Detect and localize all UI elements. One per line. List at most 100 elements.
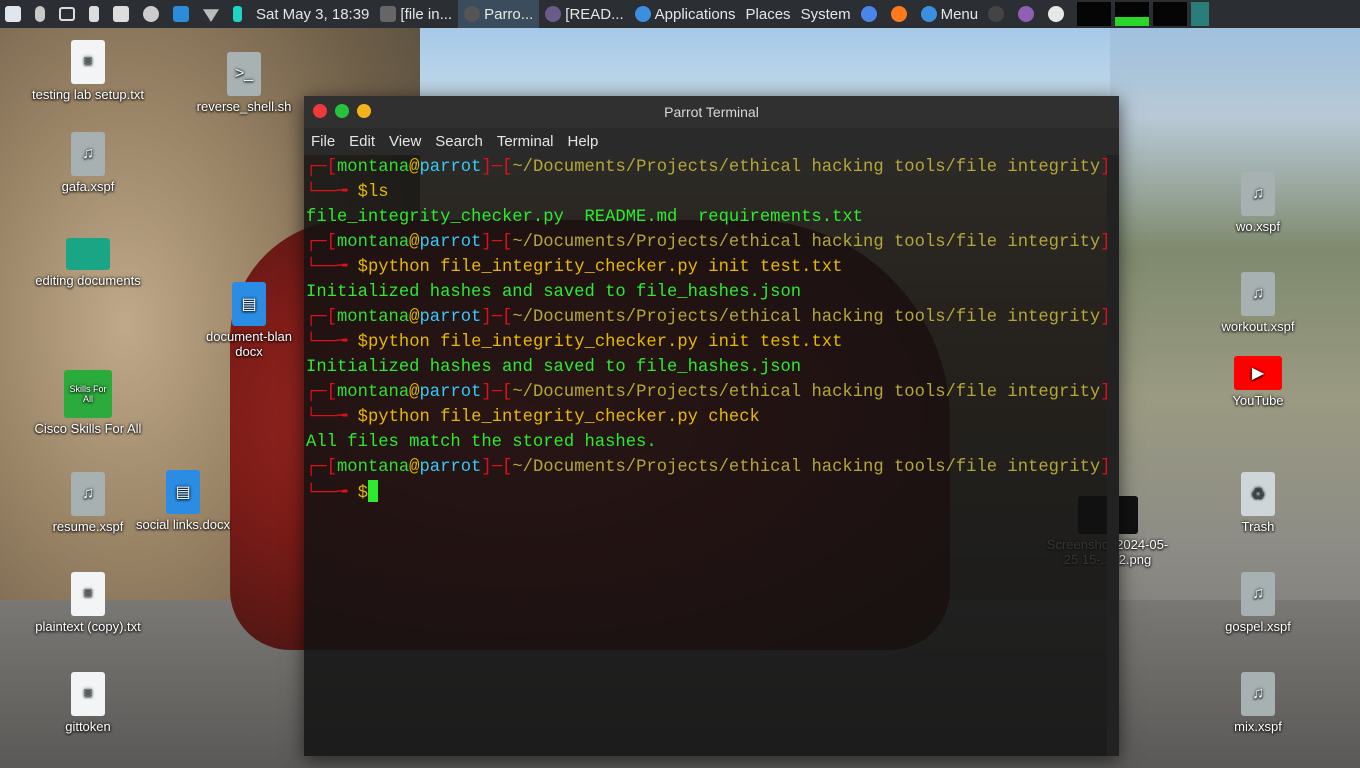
music-file-icon: ♫ [71, 132, 105, 176]
prompt-user: montana [336, 458, 410, 477]
trash-icon: ♻ [1241, 472, 1275, 516]
prompt-bracket: ]─[ [481, 308, 513, 327]
command-text: python file_integrity_checker.py check [367, 408, 760, 427]
text-file-icon: ≡ [71, 40, 105, 84]
music-file-icon: ♫ [1241, 172, 1275, 216]
wifi-icon[interactable] [198, 0, 228, 28]
prompt-arrow: └──╼ [306, 484, 358, 503]
text-editor-launcher-icon[interactable] [1013, 0, 1043, 28]
taskbar-item-parrot-terminal[interactable]: Parro... [458, 0, 540, 28]
prompt-line: ┌─[montana@parrot]─[~/Documents/Projects… [306, 230, 1119, 255]
prompt-dollar: $ [357, 333, 368, 352]
cloud-icon[interactable] [138, 0, 168, 28]
desktop-icon-gafa[interactable]: ♫ gafa.xspf [23, 132, 153, 194]
terminal-launcher-icon[interactable] [983, 0, 1013, 28]
desktop-icon-document-blank[interactable]: ▤ document-blan docx [194, 282, 304, 359]
prompt-at: @ [409, 233, 420, 252]
prompt-line: ┌─[montana@parrot]─[~/Documents/Projects… [306, 155, 1119, 180]
prompt-arrow: └──╼ [306, 333, 358, 352]
terminal-output[interactable]: ┌─[montana@parrot]─[~/Documents/Projects… [304, 155, 1119, 505]
prompt-path: ~/Documents/Projects/ethical hacking too… [512, 158, 1101, 177]
menu-view[interactable]: View [382, 133, 428, 150]
taskbar-item-file-integrity[interactable]: [file in... [374, 0, 458, 28]
desktop-icon-social-links[interactable]: ▤ social links.docx [118, 470, 248, 532]
prompt-arrow: └──╼ [306, 183, 358, 202]
terminal-scrollbar[interactable] [1107, 155, 1119, 756]
youtube-icon: ▶ [1234, 356, 1282, 390]
word-doc-icon: ▤ [232, 282, 266, 326]
prompt-dollar: $ [357, 408, 368, 427]
bluetooth-icon[interactable] [30, 0, 54, 28]
close-button[interactable] [313, 104, 327, 118]
desktop-icon-editing-documents[interactable]: editing documents [23, 238, 153, 288]
display-icon[interactable] [54, 0, 84, 28]
system-menu[interactable]: System [796, 0, 856, 28]
applications-menu[interactable]: Applications [630, 0, 741, 28]
firefox-icon[interactable] [886, 0, 916, 28]
desktop-icon-mix[interactable]: ♫ mix.xspf [1193, 672, 1323, 734]
desktop-icon-gospel[interactable]: ♫ gospel.xspf [1193, 572, 1323, 634]
text-file-icon: ≡ [71, 572, 105, 616]
desktop-icon-plaintext-copy[interactable]: ≡ plaintext (copy).txt [23, 572, 153, 634]
command-line: └──╼ $python file_integrity_checker.py i… [306, 255, 1119, 280]
terminal-titlebar[interactable]: Parrot Terminal [304, 96, 1119, 128]
terminal-cursor [367, 480, 378, 502]
menu-terminal[interactable]: Terminal [490, 133, 561, 150]
screenshot-icon[interactable] [108, 0, 138, 28]
command-text: python file_integrity_checker.py init te… [367, 258, 843, 277]
output-line: Initialized hashes and saved to file_has… [306, 358, 802, 377]
desktop-icon-wo[interactable]: ♫ wo.xspf [1193, 172, 1323, 234]
prompt-bracket: ┌─[ [306, 458, 337, 477]
terminal-window[interactable]: Parrot Terminal File Edit View Search Te… [304, 96, 1119, 756]
command-line: └──╼ $python file_integrity_checker.py i… [306, 330, 1119, 355]
editor-icon [545, 6, 562, 22]
volume-icon[interactable] [84, 0, 108, 28]
prompt-host: parrot [419, 308, 482, 327]
main-menu[interactable]: Menu [916, 0, 984, 28]
menu-edit[interactable]: Edit [342, 133, 382, 150]
folder-icon [66, 238, 110, 270]
prompt-bracket: ┌─[ [306, 383, 337, 402]
menu-help[interactable]: Help [561, 133, 606, 150]
prompt-bracket: ]─[ [481, 383, 513, 402]
menu-file[interactable]: File [304, 133, 342, 150]
prompt-user: montana [336, 233, 410, 252]
minimize-button[interactable] [357, 104, 371, 118]
prompt-line: ┌─[montana@parrot]─[~/Documents/Projects… [306, 380, 1119, 405]
desktop-icon-youtube[interactable]: ▶ YouTube [1193, 356, 1323, 408]
prompt-dollar: $ [357, 183, 368, 202]
desktop-icon-reverse-shell[interactable]: >_ reverse_shell.sh [179, 52, 309, 114]
command-text: python file_integrity_checker.py init te… [367, 333, 843, 352]
prompt-arrow: └──╼ [306, 258, 358, 277]
burp-launcher-icon[interactable] [1043, 0, 1073, 28]
clock[interactable]: Sat May 3, 18:39 [251, 0, 374, 28]
desktop-icon-gittoken[interactable]: ≡ gittoken [23, 672, 153, 734]
prompt-at: @ [409, 458, 420, 477]
parrot-logo-icon [634, 6, 651, 22]
desktop-icon-testing-lab-setup[interactable]: ≡ testing lab setup.txt [23, 40, 153, 102]
prompt-host: parrot [419, 233, 482, 252]
taskbar-item-readme[interactable]: [READ... [539, 0, 629, 28]
music-file-icon: ♫ [1241, 672, 1275, 716]
desktop-icon-workout[interactable]: ♫ workout.xspf [1193, 272, 1323, 334]
prompt-bracket: ┌─[ [306, 158, 337, 177]
prompt-dollar: $ [357, 484, 368, 503]
output-line: Initialized hashes and saved to file_has… [306, 283, 802, 302]
desktop-icon-trash[interactable]: ♻ Trash [1193, 472, 1323, 534]
prompt-user: montana [336, 158, 410, 177]
prompt-arrow: └──╼ [306, 408, 358, 427]
maximize-button[interactable] [335, 104, 349, 118]
places-menu[interactable]: Places [741, 0, 796, 28]
window-title: Parrot Terminal [664, 104, 759, 120]
command-line: └──╼ $ls [306, 180, 1119, 205]
prompt-at: @ [409, 158, 420, 177]
prompt-bracket: ]─[ [481, 233, 513, 252]
parrot-menu-icon[interactable] [0, 0, 30, 28]
chromium-icon[interactable] [856, 0, 886, 28]
battery-icon[interactable] [228, 0, 251, 28]
top-panel: Sat May 3, 18:39 [file in... Parro... [R… [0, 0, 1360, 28]
prompt-at: @ [409, 383, 420, 402]
menu-search[interactable]: Search [428, 133, 490, 150]
download-icon[interactable] [168, 0, 198, 28]
desktop-icon-cisco-skills[interactable]: Skills For All Cisco Skills For All [23, 370, 153, 436]
